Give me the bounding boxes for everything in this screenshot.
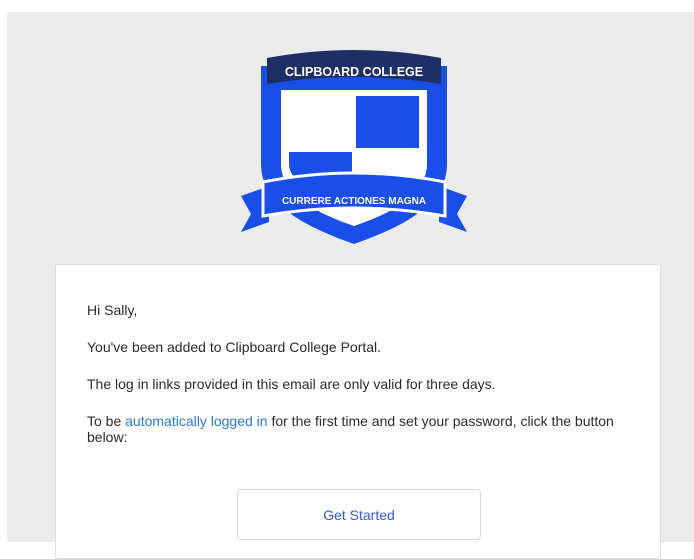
- crest-top-banner-text: CLIPBOARD COLLEGE: [285, 65, 423, 79]
- email-background: CLIPBOARD COLLEGE CURRERE ACTIONES MAGNA…: [7, 12, 694, 559]
- clipboard-college-crest-logo: CLIPBOARD COLLEGE CURRERE ACTIONES MAGNA: [241, 50, 467, 244]
- added-line-text: You've been added to Clipboard College P…: [87, 339, 382, 355]
- crest-quadrant-top-left: [289, 96, 352, 148]
- login-instructions-text: To be automatically logged in for the fi…: [87, 413, 627, 445]
- automatic-login-link[interactable]: automatically logged in: [125, 413, 267, 429]
- email-card: Hi Sally, You've been added to Clipboard…: [55, 264, 661, 559]
- login-prefix-text: To be: [87, 413, 126, 429]
- validity-line-text: The log in links provided in this email …: [87, 376, 496, 392]
- greeting-text: Hi Sally,: [87, 302, 138, 318]
- crest-quadrant-top-right: [356, 96, 419, 148]
- crest-motto-text: CURRERE ACTIONES MAGNA: [282, 196, 426, 207]
- get-started-button[interactable]: Get Started: [237, 489, 481, 540]
